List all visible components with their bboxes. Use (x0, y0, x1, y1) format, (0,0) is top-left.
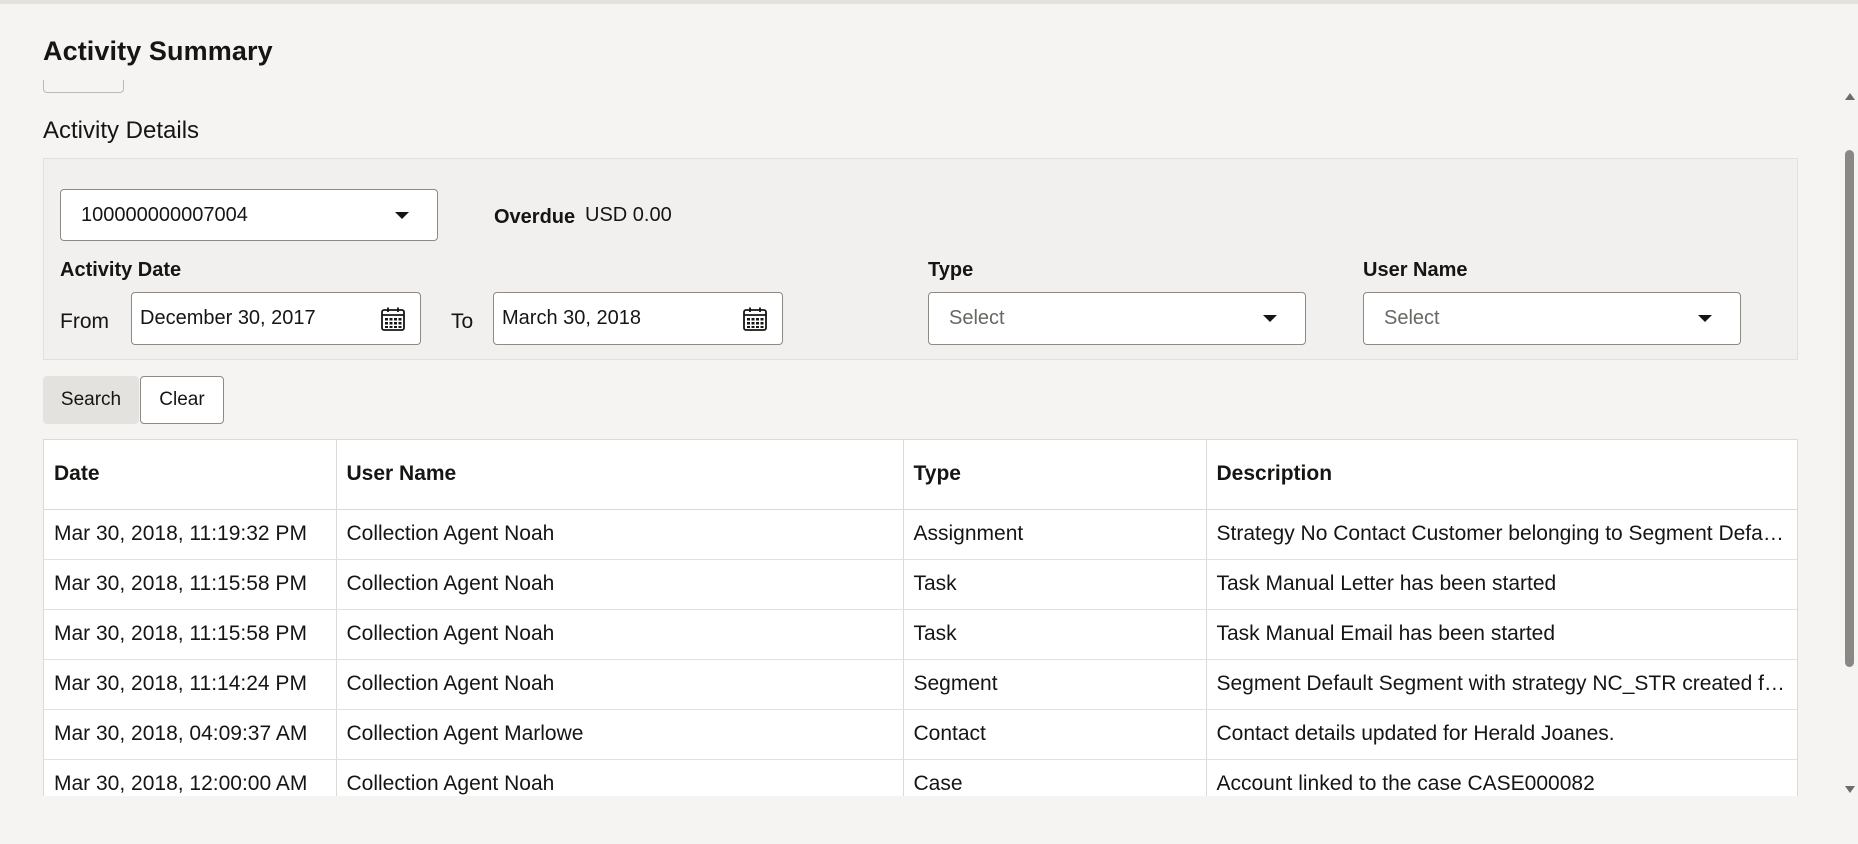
cell-date: Mar 30, 2018, 11:14:24 PM (44, 659, 337, 710)
column-header-date[interactable]: Date (44, 440, 337, 510)
cell-date: Mar 30, 2018, 11:15:58 PM (44, 609, 337, 660)
from-date-value: December 30, 2017 (140, 307, 316, 329)
cell-date: Mar 30, 2018, 11:19:32 PM (44, 509, 337, 560)
search-button[interactable]: Search (43, 376, 139, 424)
filter-panel: 100000000007004 Overdue USD 0.00 Activit… (43, 158, 1798, 360)
table-row[interactable]: Mar 30, 2018, 12:00:00 AM Collection Age… (44, 759, 1797, 796)
cell-user-name: Collection Agent Noah (336, 509, 904, 560)
table-row[interactable]: Mar 30, 2018, 11:15:58 PM Collection Age… (44, 559, 1797, 610)
type-select[interactable]: Select (928, 292, 1306, 345)
table-row[interactable]: Mar 30, 2018, 11:15:58 PM Collection Age… (44, 609, 1797, 660)
bottom-bar (0, 797, 1858, 844)
cell-date: Mar 30, 2018, 12:00:00 AM (44, 759, 337, 796)
cell-type: Task (903, 559, 1207, 610)
type-label: Type (928, 259, 974, 281)
cell-description: Strategy No Contact Customer belonging t… (1206, 509, 1797, 560)
cell-type: Task (903, 609, 1207, 660)
from-date-field[interactable]: December 30, 2017 (131, 292, 421, 345)
column-header-type[interactable]: Type (903, 440, 1207, 510)
cell-user-name: Collection Agent Noah (336, 609, 904, 660)
type-select-value: Select (949, 307, 1005, 329)
cell-type: Segment (903, 659, 1207, 710)
account-select[interactable]: 100000000007004 (60, 189, 438, 241)
cell-date: Mar 30, 2018, 11:15:58 PM (44, 559, 337, 610)
chevron-down-icon (395, 211, 409, 219)
table-row[interactable]: Mar 30, 2018, 04:09:37 AM Collection Age… (44, 709, 1797, 760)
calendar-icon[interactable] (742, 306, 768, 332)
user-name-select[interactable]: Select (1363, 292, 1741, 345)
user-name-select-value: Select (1384, 307, 1440, 329)
cell-user-name: Collection Agent Marlowe (336, 709, 904, 760)
table-row[interactable]: Mar 30, 2018, 11:14:24 PM Collection Age… (44, 659, 1797, 710)
overdue-value: USD 0.00 (585, 204, 672, 226)
scrollbar-thumb[interactable] (1845, 150, 1854, 667)
table-row[interactable]: Mar 30, 2018, 11:19:32 PM Collection Age… (44, 509, 1797, 560)
scroll-down-arrow-icon[interactable] (1845, 786, 1855, 793)
cell-description: Task Manual Letter has been started (1206, 559, 1797, 610)
cell-user-name: Collection Agent Noah (336, 659, 904, 710)
activity-table: Date User Name Type Description Mar 30, … (43, 439, 1798, 796)
clipped-control[interactable] (43, 80, 124, 93)
chevron-down-icon (1698, 315, 1712, 322)
overdue-label: Overdue (494, 206, 576, 228)
scroll-up-arrow-icon[interactable] (1845, 93, 1855, 100)
cell-type: Assignment (903, 509, 1207, 560)
to-label: To (451, 310, 474, 333)
top-strip (0, 0, 1858, 4)
cell-user-name: Collection Agent Noah (336, 559, 904, 610)
cell-description: Contact details updated for Herald Joane… (1206, 709, 1797, 760)
clear-button[interactable]: Clear (140, 376, 224, 424)
account-select-value: 100000000007004 (81, 203, 248, 226)
chevron-down-icon (1263, 315, 1277, 322)
calendar-icon[interactable] (380, 306, 406, 332)
from-label: From (60, 310, 109, 333)
section-title: Activity Details (43, 117, 200, 144)
to-date-field[interactable]: March 30, 2018 (493, 292, 783, 345)
cell-description: Account linked to the case CASE000082 (1206, 759, 1797, 796)
cell-description: Segment Default Segment with strategy NC… (1206, 659, 1797, 710)
activity-date-label: Activity Date (60, 259, 182, 281)
cell-type: Contact (903, 709, 1207, 760)
user-name-label: User Name (1363, 259, 1468, 281)
to-date-value: March 30, 2018 (502, 307, 641, 329)
column-header-user-name[interactable]: User Name (336, 440, 904, 510)
cell-date: Mar 30, 2018, 04:09:37 AM (44, 709, 337, 760)
table-header-row: Date User Name Type Description (44, 440, 1797, 510)
column-header-description[interactable]: Description (1206, 440, 1797, 510)
cell-description: Task Manual Email has been started (1206, 609, 1797, 660)
page-title: Activity Summary (43, 36, 273, 66)
cell-type: Case (903, 759, 1207, 796)
cell-user-name: Collection Agent Noah (336, 759, 904, 796)
